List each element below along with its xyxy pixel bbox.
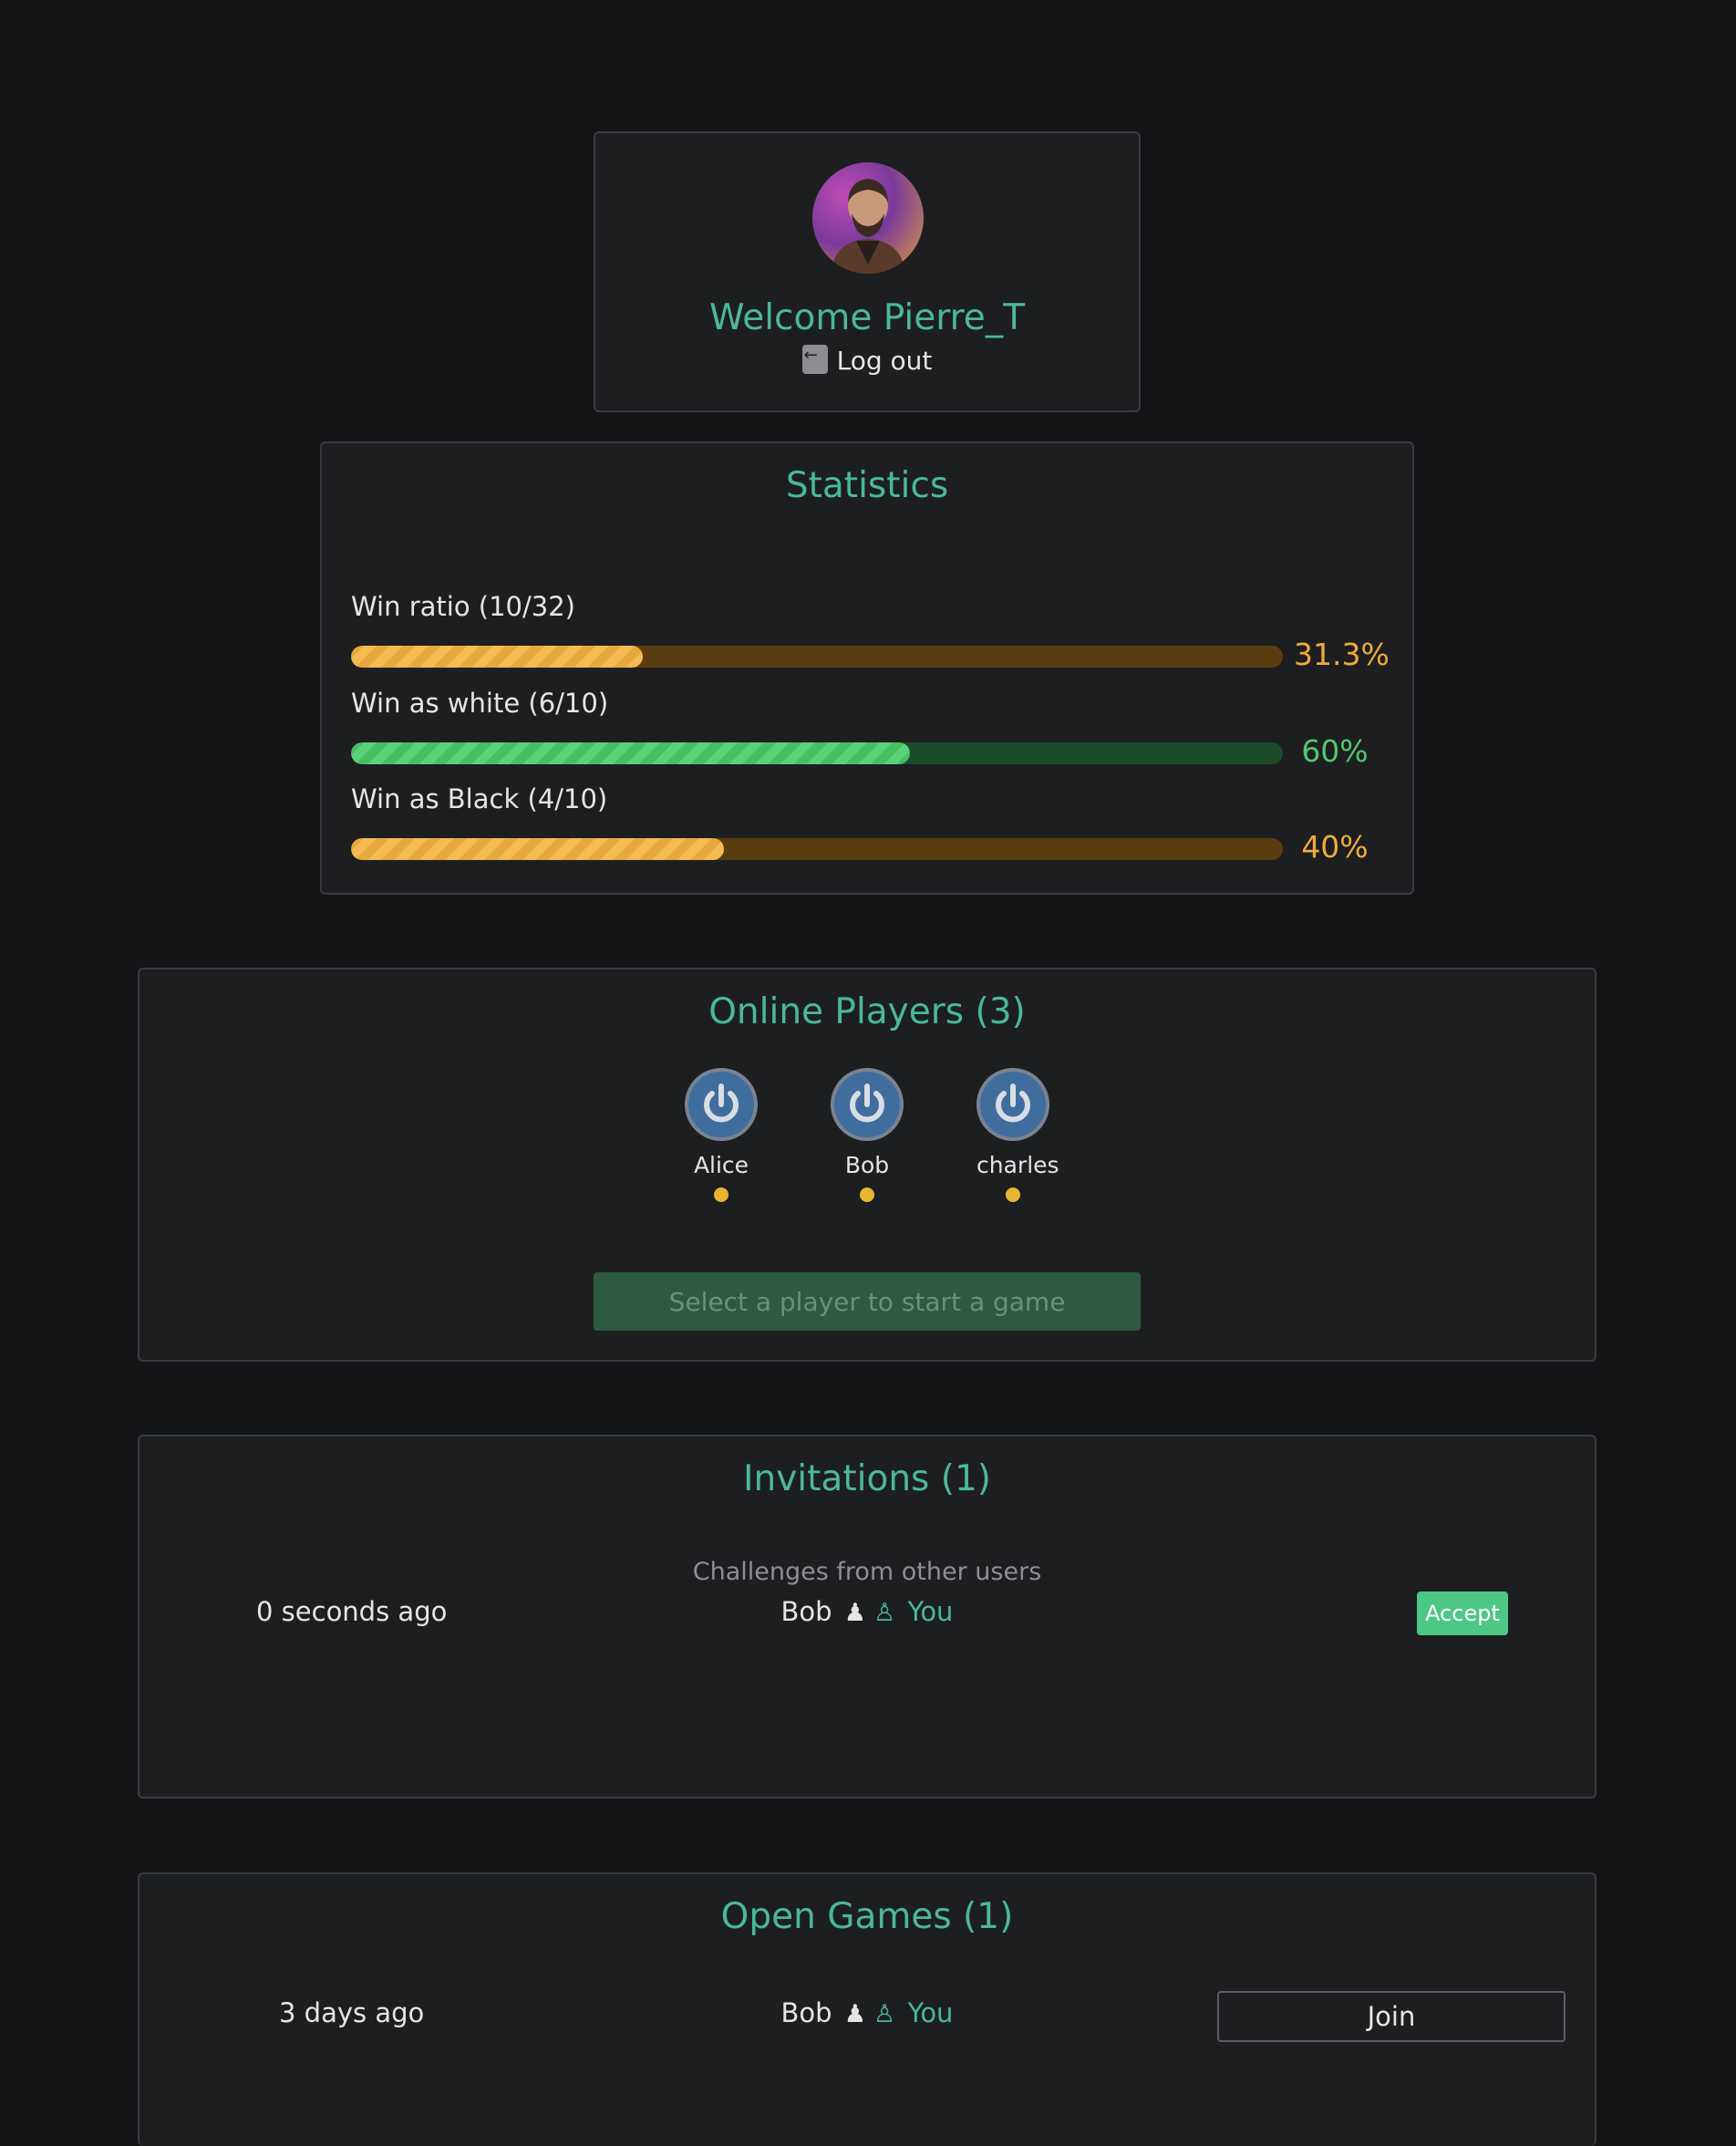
online-players-card: Online Players (3) Alice Bob charles Sel…: [138, 968, 1596, 1362]
logout-link[interactable]: Log out: [595, 345, 1139, 376]
progress-fill: [351, 838, 724, 860]
invitations-title: Invitations (1): [743, 1458, 991, 1499]
profile-card: Welcome Pierre_T Log out: [594, 131, 1141, 412]
accept-button[interactable]: Accept: [1417, 1591, 1508, 1635]
stat-percent: 60%: [1301, 733, 1369, 769]
stat-label: Win ratio (10/32): [351, 591, 575, 622]
progress-bar: [351, 646, 1283, 668]
you-label: You: [907, 1596, 954, 1627]
power-icon: [831, 1068, 904, 1141]
player-charles[interactable]: charles: [976, 1068, 1059, 1202]
you-label: You: [907, 1997, 954, 2028]
player-name: Bob: [844, 1152, 890, 1178]
stat-label: Win as white (6/10): [351, 688, 609, 719]
power-icon: [976, 1068, 1049, 1141]
status-dot: [1006, 1187, 1020, 1202]
logout-label: Log out: [836, 346, 933, 376]
player-bob[interactable]: Bob: [831, 1068, 904, 1202]
user-avatar: [812, 162, 924, 274]
opponent-name: Bob: [780, 1997, 832, 2028]
open-games-card: Open Games (1) 3 days ago Bob ♟ ♙ You Joi…: [138, 1872, 1596, 2146]
status-dot: [860, 1187, 874, 1202]
black-pawn-icon: ♟: [843, 1599, 867, 1627]
white-pawn-icon: ♙: [873, 1599, 896, 1627]
opponent-name: Bob: [780, 1596, 832, 1627]
black-pawn-icon: ♟: [843, 2000, 867, 2028]
stat-percent: 31.3%: [1294, 637, 1390, 672]
welcome-title: Welcome Pierre_T: [708, 297, 1026, 338]
join-button[interactable]: Join: [1217, 1991, 1566, 2042]
progress-bar: [351, 742, 1283, 764]
start-game-button[interactable]: Select a player to start a game: [594, 1272, 1141, 1331]
stat-percent: 40%: [1301, 829, 1369, 865]
player-alice[interactable]: Alice: [685, 1068, 758, 1202]
progress-bar: [351, 838, 1283, 860]
invitations-card: Invitations (1) Challenges from other us…: [138, 1435, 1596, 1799]
white-pawn-icon: ♙: [873, 2000, 896, 2028]
stat-label: Win as Black (4/10): [351, 783, 608, 814]
logout-icon: [801, 345, 828, 374]
statistics-title: Statistics: [785, 465, 949, 506]
online-players-title: Online Players (3): [708, 991, 1026, 1032]
player-list: Alice Bob charles: [140, 1068, 1595, 1202]
power-icon: [685, 1068, 758, 1141]
player-name: Alice: [693, 1152, 749, 1178]
status-dot: [714, 1187, 728, 1202]
open-games-title: Open Games (1): [720, 1896, 1014, 1937]
progress-fill: [351, 646, 643, 668]
invitations-subtitle: Challenges from other users: [692, 1558, 1042, 1586]
progress-fill: [351, 742, 911, 764]
statistics-card: Statistics Win ratio (10/32) 31.3% Win a…: [320, 441, 1414, 895]
player-name: charles: [976, 1152, 1059, 1178]
invitation-match: Bob ♟ ♙ You: [140, 1596, 1595, 1627]
